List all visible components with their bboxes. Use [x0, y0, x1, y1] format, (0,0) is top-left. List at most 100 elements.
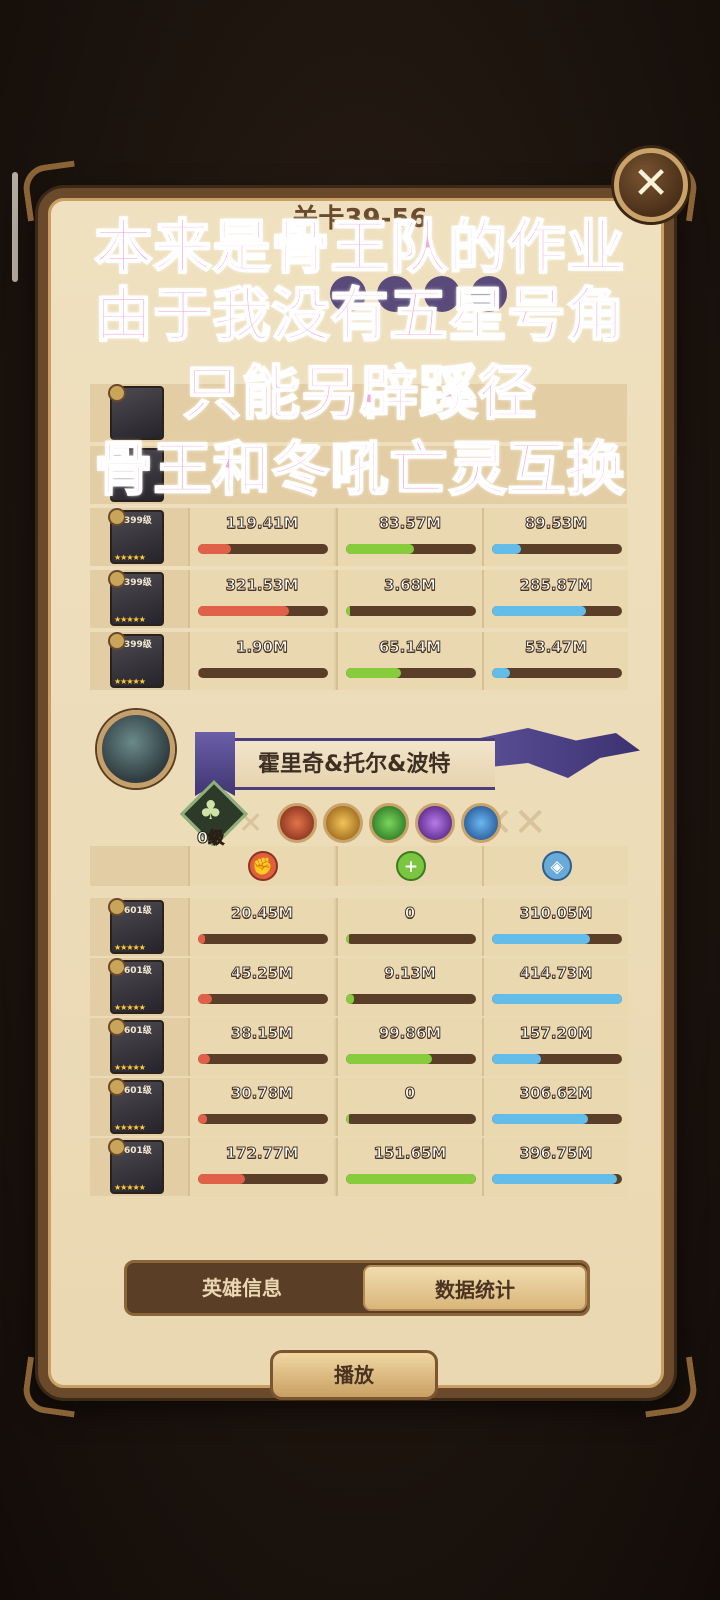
caption-line: 骨王和冬吼亡灵互换	[93, 435, 626, 503]
hero-portrait[interactable]: 399级 ★★★★★	[108, 632, 164, 688]
damage-bar-fill	[198, 1174, 245, 1184]
tank-bar-fill	[492, 606, 586, 616]
tank-bar	[492, 1054, 622, 1064]
tank-bar-fill	[492, 994, 622, 1004]
hero-portrait[interactable]: 601级 ★★★★★	[108, 958, 164, 1014]
panel-corner-ornament	[638, 1356, 700, 1418]
damage-cell: 20.45M	[188, 898, 334, 956]
damage-value: 321.53M	[225, 576, 299, 595]
heal-bar-fill	[346, 1174, 476, 1184]
tank-cell: 310.05M	[482, 898, 628, 956]
tank-value: 306.62M	[519, 1084, 593, 1103]
heal-bar	[346, 1054, 476, 1064]
damage-value: 30.78M	[230, 1084, 294, 1103]
tab-data-stats[interactable]: 数据统计	[363, 1265, 587, 1311]
damage-column: ✊	[188, 846, 334, 886]
hero-level: 399级	[124, 578, 152, 588]
team2-name: 霍里奇&托尔&波特	[258, 752, 451, 777]
close-button[interactable]: ✕	[614, 148, 688, 222]
damage-bar-fill	[198, 544, 231, 554]
damage-bar-fill	[198, 1054, 210, 1064]
hero-stats-row: 399级 ★★★★★ 119.41M 83.57M 89.53M	[90, 508, 628, 566]
hero-stats-row: 399级 ★★★★★ 321.53M 3.68M 285.87M	[90, 570, 628, 628]
damage-value: 20.45M	[230, 904, 294, 923]
star-rating-icon: ★★★★★	[114, 1183, 146, 1192]
tank-bar-fill	[492, 544, 521, 554]
tank-value: 89.53M	[524, 514, 588, 533]
heal-bar	[346, 1114, 476, 1124]
heal-cell: 9.13M	[336, 958, 482, 1016]
fire-element-icon: 0级	[277, 803, 317, 861]
hero-level: 601级	[124, 1146, 152, 1156]
hero-stats-row: 601级 ★★★★★ 45.25M 9.13M 414.73M	[90, 958, 628, 1016]
damage-bar	[198, 606, 328, 616]
heal-bar	[346, 544, 476, 554]
view-tab-bar: 英雄信息 数据统计	[124, 1260, 590, 1316]
damage-bar-fill	[198, 606, 289, 616]
star-rating-icon: ★★★★★	[114, 615, 146, 624]
tank-cell: 89.53M	[482, 508, 628, 566]
damage-bar	[198, 1174, 328, 1184]
star-rating-icon: ★★★★★	[114, 943, 146, 952]
attack-icon: ✊	[248, 851, 278, 881]
heal-bar-fill	[346, 1114, 349, 1124]
damage-cell: 38.15M	[188, 1018, 334, 1076]
heal-bar	[346, 934, 476, 944]
play-button[interactable]: 播放	[270, 1350, 438, 1400]
star-rating-icon: ★★★★★	[114, 1063, 146, 1072]
nature-element-icon: 0级	[369, 803, 409, 861]
tank-cell: 157.20M	[482, 1018, 628, 1076]
close-icon: ✕	[632, 158, 670, 209]
hero-stats-row: 601级 ★★★★★ 172.77M 151.65M 396.75M	[90, 1138, 628, 1196]
damage-bar-fill	[198, 934, 205, 944]
arcane-element-icon: 0级	[415, 803, 455, 861]
caption-line: 本来是骨王队的作业	[93, 213, 626, 281]
hero-level: 399级	[124, 640, 152, 650]
tank-bar-fill	[492, 934, 590, 944]
tank-value: 285.87M	[519, 576, 593, 595]
heal-value: 0	[404, 904, 416, 923]
heal-column: +	[336, 846, 482, 886]
tank-bar-fill	[492, 1174, 617, 1184]
heal-bar-fill	[346, 606, 350, 616]
damage-cell: 321.53M	[188, 570, 334, 628]
tank-bar	[492, 606, 622, 616]
hero-level: 601级	[124, 906, 152, 916]
tank-bar	[492, 994, 622, 1004]
heal-bar-fill	[346, 934, 349, 944]
hero-portrait[interactable]: 399级 ★★★★★	[108, 508, 164, 564]
hero-portrait[interactable]: 601级 ★★★★★	[108, 1138, 164, 1194]
heal-bar-fill	[346, 544, 414, 554]
heal-icon: +	[396, 851, 426, 881]
damage-bar	[198, 668, 328, 678]
tank-bar-fill	[492, 668, 511, 678]
shield-icon: ◈	[542, 851, 572, 881]
star-rating-icon: ★★★★★	[114, 553, 146, 562]
heal-bar-fill	[346, 1054, 432, 1064]
hero-portrait[interactable]: 399级 ★★★★★	[108, 570, 164, 626]
tank-bar-fill	[492, 1114, 589, 1124]
heal-value: 65.14M	[378, 638, 442, 657]
tree-glyph-icon: ♣	[199, 796, 223, 826]
damage-bar-fill	[198, 994, 213, 1004]
damage-cell: 172.77M	[188, 1138, 334, 1196]
tank-column: ◈	[482, 846, 628, 886]
tank-cell: 285.87M	[482, 570, 628, 628]
star-rating-icon: ★★★★★	[114, 677, 146, 686]
heal-cell: 83.57M	[336, 508, 482, 566]
damage-cell: 45.25M	[188, 958, 334, 1016]
hero-portrait[interactable]: 601级 ★★★★★	[108, 1078, 164, 1134]
heal-cell: 151.65M	[336, 1138, 482, 1196]
tank-value: 53.47M	[524, 638, 588, 657]
hero-portrait[interactable]: 601级 ★★★★★	[108, 1018, 164, 1074]
light-element-icon: 0级	[323, 803, 363, 861]
panel-corner-ornament	[20, 1356, 82, 1418]
hero-portrait[interactable]: 601级 ★★★★★	[108, 898, 164, 954]
heal-bar	[346, 1174, 476, 1184]
damage-value: 45.25M	[230, 964, 294, 983]
tab-hero-info[interactable]: 英雄信息	[131, 1267, 353, 1309]
damage-cell: 1.90M	[188, 632, 334, 690]
caption-line: 由于我没有五星号角	[93, 281, 626, 349]
heal-value: 3.68M	[384, 576, 437, 595]
tank-bar	[492, 934, 622, 944]
